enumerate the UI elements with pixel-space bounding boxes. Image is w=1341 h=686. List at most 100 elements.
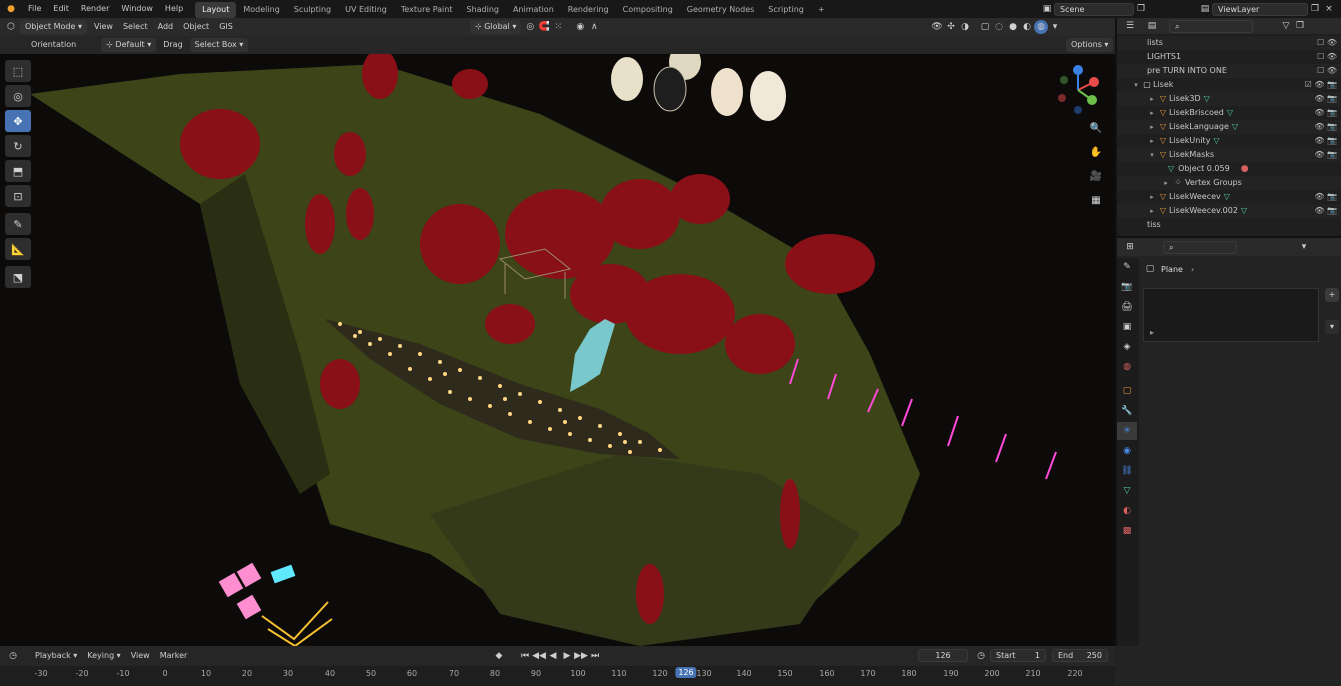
copy-view-layer-icon[interactable]: ❐ [1308,2,1322,16]
axis-gizmo[interactable] [1052,64,1104,116]
tab-modeling[interactable]: Modeling [236,2,286,18]
row-visibility-icons[interactable]: ☐ 👁 [1317,36,1337,50]
view-layer-icon[interactable]: ▤ [1198,2,1212,16]
menu-gis[interactable]: GIS [214,19,238,35]
menu-file[interactable]: File [22,0,47,18]
menu-select[interactable]: Select [118,19,153,35]
jump-start-icon[interactable]: ⏮ [518,649,532,663]
current-frame-indicator[interactable]: 126 [675,667,697,678]
perspective-grid-icon[interactable]: ▦ [1086,190,1106,210]
view-layer-field[interactable]: ViewLayer [1212,2,1308,16]
tab-sculpting[interactable]: Sculpting [287,2,338,18]
3d-viewport[interactable]: ⬚ ◎ ✥ ↻ ⬒ ⊡ ✎ 📐 ⬔ 🔍 ✋ 🎥 ▦ [0,54,1115,646]
outliner-row[interactable]: ▾ ▽ LisekMasks 👁 📷 [1117,148,1341,162]
select-box-tool-icon[interactable]: ⬚ [5,60,31,82]
menu-render[interactable]: Render [75,0,115,18]
expand-arrow-icon[interactable]: ▾ [1131,78,1141,92]
outliner-row[interactable]: ▸ ▽ LisekBriscoed ▽ 👁 📷 [1117,106,1341,120]
expand-arrow-icon[interactable]: ▸ [1147,134,1157,148]
properties-search-input[interactable]: ⌕ [1163,240,1237,254]
gizmo-icon[interactable]: ✣ [944,20,958,34]
outliner-row[interactable]: tiss [1117,218,1341,232]
zoom-icon[interactable]: 🔍 [1086,118,1106,138]
particles-tab-icon[interactable]: ✳ [1117,422,1137,440]
tab-uv-editing[interactable]: UV Editing [338,2,394,18]
row-visibility-icons[interactable]: 👁 📷 [1314,148,1337,162]
scene-icon[interactable]: ▣ [1040,2,1054,16]
preview-range-icon[interactable]: ◷ [974,649,988,663]
overlay-icon[interactable]: ◑ [958,20,972,34]
expand-arrow-icon[interactable]: ▸ [1147,204,1157,218]
outliner-row[interactable]: ▾ ▢ Lisek ☑ 👁 📷 [1117,78,1341,92]
menu-window[interactable]: Window [115,0,159,18]
properties-options-icon[interactable]: ▾ [1297,240,1311,254]
menu-keying[interactable]: Keying ▾ [82,648,125,664]
menu-marker[interactable]: Marker [155,648,193,664]
expand-arrow-icon[interactable]: ▸ [1147,92,1157,106]
row-visibility-icons[interactable]: ☐ 👁 [1317,50,1337,64]
copy-scene-icon[interactable]: ❐ [1134,2,1148,16]
pan-hand-icon[interactable]: ✋ [1086,142,1106,162]
material-tab-icon[interactable]: ◐ [1117,502,1137,520]
physics-tab-icon[interactable]: ◉ [1117,442,1137,460]
snap-icon[interactable]: 🧲 [537,20,551,34]
shading-options-icon[interactable]: ▾ [1048,20,1062,34]
add-workspace-button[interactable]: + [811,2,832,18]
material-shading-icon[interactable]: ◐ [1020,20,1034,34]
orientation-dropdown[interactable]: ⊹ Global ▾ [470,20,522,34]
options-dropdown[interactable]: Options ▾ [1066,38,1114,52]
camera-view-icon[interactable]: 🎥 [1086,166,1106,186]
menu-playback[interactable]: Playback ▾ [30,648,82,664]
display-mode-icon[interactable]: ▤ [1145,19,1159,33]
solid-shading-icon[interactable]: ● [1006,20,1020,34]
play-reverse-icon[interactable]: ◀ [546,649,560,663]
current-frame-field[interactable]: 126 [918,649,968,662]
tab-rendering[interactable]: Rendering [561,2,616,18]
outliner-row[interactable]: ▸ ▽ LisekLanguage ▽ 👁 📷 [1117,120,1341,134]
transform-tool-icon[interactable]: ⊡ [5,185,31,207]
navigation-gizmo[interactable] [1052,64,1104,116]
proportional-edit-icon[interactable]: ◉ [573,20,587,34]
menu-view[interactable]: View [89,19,118,35]
outliner-row[interactable]: LIGHTS1 ☐ 👁 [1117,50,1341,64]
measure-tool-icon[interactable]: 📐 [5,238,31,260]
timeline-editor-icon[interactable]: ◷ [6,649,20,663]
expand-arrow-icon[interactable]: ▸ [1147,120,1157,134]
row-visibility-icons[interactable]: 👁 📷 [1314,134,1337,148]
render-tab-icon[interactable]: 📷 [1117,278,1137,296]
expand-arrow-icon[interactable]: ▸ [1147,106,1157,120]
properties-editor-icon[interactable]: ⊞ [1123,240,1137,254]
outliner-row[interactable]: ▸ ▽ Lisek3D ▽ 👁 📷 [1117,92,1341,106]
list-grip-icon[interactable]: ▸ [1150,328,1154,337]
slot-menu-button[interactable]: ▾ [1325,320,1339,334]
outliner-row[interactable]: pre TURN INTO ONE ☐ 👁 [1117,64,1341,78]
tab-geometry-nodes[interactable]: Geometry Nodes [680,2,761,18]
xray-icon[interactable]: ▢ [978,20,992,34]
outliner-row[interactable]: ▽ Object 0.059 ● [1117,162,1341,176]
new-collection-icon[interactable]: ❐ [1293,19,1307,33]
drag-dropdown[interactable]: Select Box ▾ [189,38,249,52]
row-visibility-icons[interactable]: 👁 📷 [1314,190,1337,204]
menu-help[interactable]: Help [159,0,189,18]
particle-list[interactable]: ▸ [1143,288,1319,342]
outliner-search-input[interactable]: ⌕ [1169,19,1253,33]
rotate-tool-icon[interactable]: ↻ [5,135,31,157]
menu-add[interactable]: Add [153,19,179,35]
visibility-icon[interactable]: 👁 [930,20,944,34]
data-tab-icon[interactable]: ▽ [1117,482,1137,500]
outliner-row[interactable]: ▸ ▽ LisekWeecev.002 ▽ 👁 📷 [1117,204,1341,218]
wireframe-shading-icon[interactable]: ◌ [992,20,1006,34]
world-tab-icon[interactable]: ◍ [1117,358,1137,376]
texture-tab-icon[interactable]: ▩ [1117,522,1137,540]
start-frame-field[interactable]: Start 1 [990,649,1046,662]
menu-edit[interactable]: Edit [47,0,75,18]
tab-shading[interactable]: Shading [459,2,506,18]
move-tool-icon[interactable]: ✥ [5,110,31,132]
annotate-tool-icon[interactable]: ✎ [5,213,31,235]
outliner-row[interactable]: ▸ ⁘ Vertex Groups [1117,176,1341,190]
tab-compositing[interactable]: Compositing [616,2,680,18]
record-icon[interactable]: ◆ [492,649,506,663]
modifier-tab-icon[interactable]: 🔧 [1117,402,1137,420]
falloff-icon[interactable]: ∧ [587,20,601,34]
cursor-tool-icon[interactable]: ◎ [5,85,31,107]
